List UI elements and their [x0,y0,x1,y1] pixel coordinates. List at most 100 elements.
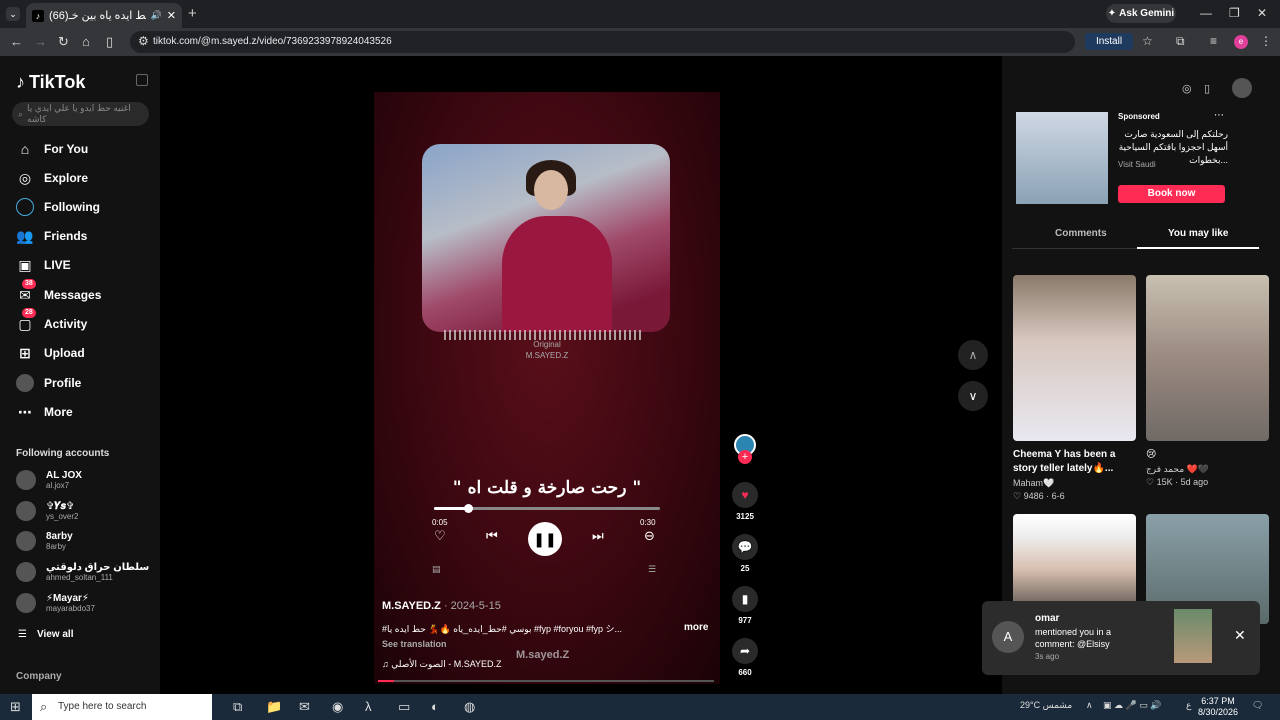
tab-comments[interactable]: Comments [1055,228,1107,239]
nav-messages[interactable]: ✉ 38 Messages [16,279,101,304]
extensions-icon[interactable]: ⧉ [1176,34,1185,49]
profile-avatar[interactable]: e [1234,35,1248,49]
ad-more-icon[interactable]: ⋯ [1214,110,1224,121]
task-view-icon[interactable]: ⧉ [233,699,242,715]
share-button[interactable]: ➦ 660 [726,638,764,677]
nav-more[interactable]: ⋯ More [16,403,73,421]
new-tab-button[interactable]: + [188,5,197,22]
user-avatar[interactable] [1232,78,1252,98]
scroll-down-button[interactable]: ∨ [958,381,988,411]
weather-widget[interactable]: 29°C مشمس [1020,700,1072,711]
address-bar[interactable]: tiktok.com/@m.sayed.z/video/736923397892… [130,31,1075,53]
tab-search-button[interactable]: ⌄ [6,7,20,21]
browser-tab[interactable]: ♪ (66)بوسي حط ايده ياه بين خـ... 🔊 ✕ [26,3,182,28]
windows-start-icon[interactable]: ⊞ [10,699,21,715]
video-progress-bar[interactable] [378,680,714,682]
minimize-button[interactable]: — [1200,6,1212,20]
tiktok-logo[interactable]: ♪ TikTok [16,72,85,93]
close-icon[interactable]: ✕ [1234,627,1246,644]
account-name: 8arby [46,531,73,542]
search-input[interactable]: ⌕ اغنيه حط ايدو يا علي ايدي يا كاشه [12,102,149,126]
reading-list-icon[interactable]: ≡ [1210,34,1217,48]
bookmark-star-icon[interactable]: ☆ [1142,34,1153,48]
next-icon[interactable]: ⏭ [592,528,604,544]
forward-button[interactable]: → [34,34,47,49]
view-all-link[interactable]: ☰ View all [18,629,73,640]
recorder-icon[interactable]: ◐ [431,699,439,714]
account-item[interactable]: ⚡Mayar⚡ mayarabdo37 [16,593,95,613]
clock[interactable]: 6:37 PM 8/30/2026 [1198,696,1238,718]
tiktok-app: ♪ TikTok ⌕ اغنيه حط ايدو يا علي ايدي يا كا… [0,56,1280,694]
mention-notification[interactable]: A omar mentioned you in a comment: @Elsi… [982,601,1260,675]
nav-friends[interactable]: 👥 Friends [16,227,87,245]
video-player[interactable]: Original M.SAYED.Z " رحت صارخة و قلت اه … [374,92,720,684]
scroll-up-button[interactable]: ∧ [958,340,988,370]
menu-kebab-icon[interactable]: ⋮ [1260,34,1272,48]
nav-upload[interactable]: ⊞ Upload [16,344,85,362]
previous-icon[interactable]: ⏮ [486,528,498,544]
video-author[interactable]: M.SAYED.Z · 2024-5-15 [382,600,501,612]
tray-chevron-icon[interactable]: ∧ [1086,700,1093,711]
audio-icon[interactable]: 🔊 [151,10,162,21]
recommended-video-card[interactable]: 😢 محمد فرج ❤️🖤 ♡ 15K · 5d ago [1146,275,1269,488]
ad-image[interactable] [1016,112,1108,204]
more-button[interactable]: more [684,622,708,633]
terminal-icon[interactable]: ▭ [398,699,410,715]
phone-icon[interactable]: ▯ [1204,82,1210,95]
app-icon[interactable]: λ [365,699,372,714]
tab-close-icon[interactable]: ✕ [167,9,176,22]
account-item[interactable]: ✞𝒀𝒔✞ ys_over2 [16,501,78,521]
nav-label: Profile [44,376,82,390]
comment-button[interactable]: 💬 25 [726,534,764,573]
ask-gemini-button[interactable]: ✦ Ask Gemini [1106,4,1176,23]
pause-button[interactable]: ❚❚ [528,522,562,556]
heart-outline-icon[interactable]: ♡ [434,528,446,544]
see-translation-link[interactable]: See translation [382,639,447,649]
nav-for-you[interactable]: ⌂ For You [16,140,88,158]
nav-live[interactable]: ▣ LIVE [16,256,70,274]
follow-plus-icon[interactable]: + [738,450,752,464]
save-button[interactable]: ▮ 977 [726,586,764,625]
tab-you-may-like[interactable]: You may like [1168,228,1228,239]
install-app-button[interactable]: Install [1085,33,1133,50]
maximize-button[interactable]: ❐ [1229,6,1240,20]
recommended-video-card[interactable]: Cheema Y has been a story teller lately🔥… [1013,275,1136,502]
book-now-button[interactable]: Book now [1118,185,1225,203]
video-thumbnail [1146,275,1269,441]
minus-circle-icon[interactable]: ⊖ [644,528,655,544]
discord-icon[interactable]: ◍ [464,699,475,715]
song-progress-knob[interactable] [463,504,473,513]
taskbar-search-input[interactable]: Type here to search [32,694,212,720]
back-button[interactable]: ← [10,34,23,49]
account-item[interactable]: 8arby 8arby [16,531,73,551]
nav-profile[interactable]: Profile [16,374,81,392]
side-panel-button[interactable]: ▯ [106,34,113,50]
like-button[interactable]: ♥ 3125 [726,482,764,521]
chrome-icon[interactable]: ◉ [332,699,343,715]
nav-activity[interactable]: ▢ 28 Activity [16,308,87,333]
home-icon: ⌂ [20,141,30,157]
sound-link[interactable]: ♫ الصوت الأصلي - M.SAYED.Z [382,659,502,670]
creator-avatar[interactable]: + [726,434,764,464]
notification-time: 3s ago [1035,652,1060,661]
tray-icons[interactable]: ▣ ☁ 🎤 ▭ 🔊 [1103,700,1161,711]
video-progress-fill [378,680,394,682]
account-item[interactable]: سلطان حراق دلوقتي ahmed_soltan_111 [16,562,149,582]
notifier-avatar: A [992,621,1024,653]
company-link[interactable]: Company [16,671,62,682]
reload-button[interactable]: ↻ [58,34,69,50]
account-item[interactable]: AL JOX al.jox7 [16,470,82,490]
nav-explore[interactable]: ◎ Explore [16,169,88,187]
collapse-sidebar-icon[interactable] [136,74,148,86]
time-total: 0:30 [640,518,656,527]
home-button[interactable]: ⌂ [82,34,90,49]
close-window-button[interactable]: ✕ [1257,6,1267,20]
input-language[interactable]: ع [1186,700,1191,711]
site-info-icon[interactable]: ⚙ [138,34,149,48]
outlook-icon[interactable]: ✉ [299,699,310,715]
nav-following[interactable]: Following [16,198,100,216]
song-progress-bar[interactable] [434,504,660,513]
compass-icon[interactable]: ◎ [1182,82,1192,95]
notification-center-icon[interactable]: 🗨 [1252,700,1263,711]
file-explorer-icon[interactable]: 📁 [266,699,282,715]
